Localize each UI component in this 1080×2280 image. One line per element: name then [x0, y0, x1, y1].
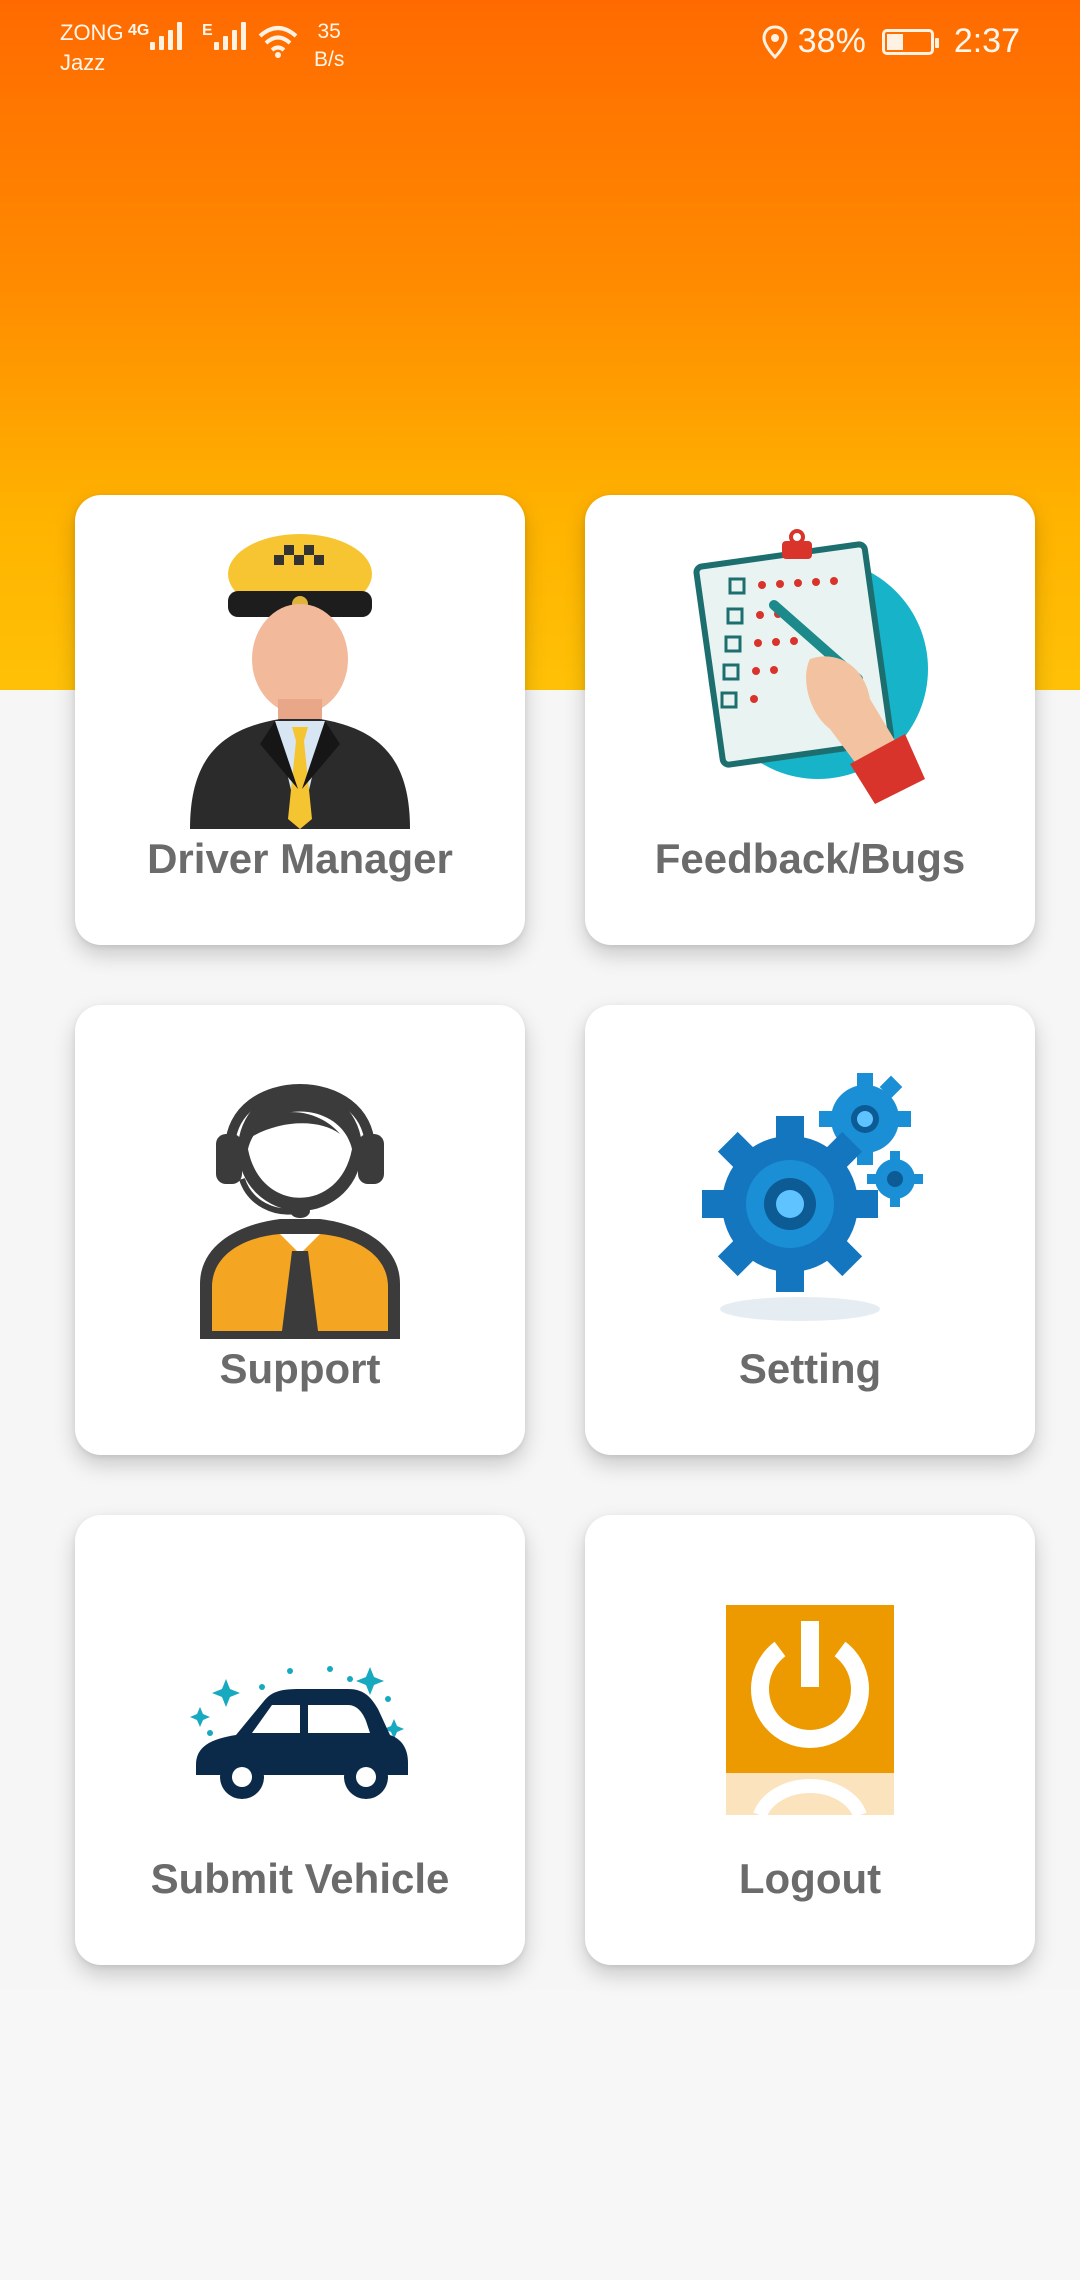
battery-percent: 38% [797, 22, 866, 60]
support-card[interactable]: Support [75, 1005, 525, 1455]
status-bar: ZONG Jazz 4G E 35 B/s 38% 2:37 [0, 0, 1080, 90]
setting-label: Setting [738, 1345, 882, 1392]
car-icon [190, 1666, 408, 1799]
network-speed: 35 B/s [314, 18, 344, 74]
network-type-e: E [202, 22, 213, 39]
driver-manager-card[interactable]: Driver Manager [75, 495, 525, 945]
feedback-bugs-card[interactable]: Feedback/Bugs [585, 495, 1035, 945]
battery-icon [881, 28, 939, 55]
signal-icon-2 [214, 22, 246, 50]
carrier-info: ZONG Jazz [60, 18, 124, 78]
support-label: Support [219, 1345, 381, 1392]
logout-label: Logout [738, 1855, 882, 1902]
submit-vehicle-label: Submit Vehicle [150, 1855, 450, 1902]
driver-icon [190, 534, 410, 829]
signal-icon [150, 22, 182, 50]
speed-value: 35 [317, 20, 341, 43]
driver-manager-label: Driver Manager [147, 835, 453, 882]
support-agent-icon [200, 1084, 400, 1339]
speed-unit: B/s [314, 48, 345, 71]
logout-card[interactable]: Logout [585, 1515, 1035, 1965]
network-type-4g: 4G [128, 22, 150, 39]
setting-card[interactable]: Setting [585, 1005, 1035, 1455]
wifi-icon [258, 26, 298, 58]
location-icon [762, 24, 788, 59]
carrier-top: ZONG [60, 20, 124, 45]
carrier-bottom: Jazz [60, 50, 106, 75]
power-icon [726, 1605, 894, 1818]
status-right: 38% 2:37 [762, 22, 1020, 61]
feedback-bugs-label: Feedback/Bugs [654, 835, 966, 882]
clock: 2:37 [953, 22, 1020, 60]
gear-icon [702, 1073, 923, 1321]
submit-vehicle-card[interactable]: Submit Vehicle [75, 1515, 525, 1965]
feedback-clipboard-icon [693, 529, 928, 804]
